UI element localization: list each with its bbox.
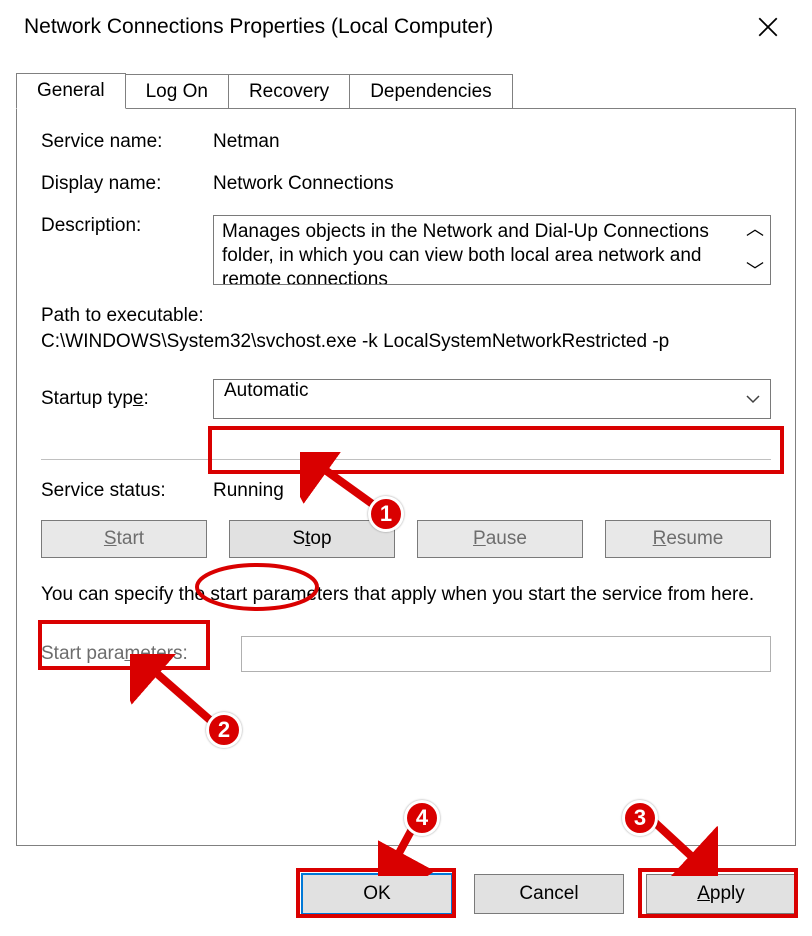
start-parameters-input — [241, 636, 771, 672]
tab-strip: General Log On Recovery Dependencies — [16, 68, 796, 108]
ok-button[interactable]: OK — [302, 874, 452, 914]
specify-text: You can specify the start parameters tha… — [41, 582, 771, 608]
service-name-label: Service name: — [41, 131, 213, 153]
service-name-value: Netman — [213, 131, 280, 153]
stop-button[interactable]: Stop — [229, 520, 395, 558]
close-icon — [758, 17, 778, 37]
pause-button[interactable]: Pause — [417, 520, 583, 558]
startup-type-select[interactable]: Automatic — [213, 379, 771, 419]
display-name-label: Display name: — [41, 173, 213, 195]
general-panel: Service name: Netman Display name: Netwo… — [16, 108, 796, 846]
tab-general[interactable]: General — [16, 73, 126, 109]
scroll-up-icon[interactable]: ︿ — [744, 220, 766, 238]
tab-recovery[interactable]: Recovery — [228, 74, 350, 109]
description-text: Manages objects in the Network and Dial-… — [222, 221, 709, 285]
separator — [41, 459, 771, 460]
chevron-down-icon — [746, 388, 760, 410]
description-label: Description: — [41, 215, 213, 237]
apply-button[interactable]: Apply — [646, 874, 796, 914]
resume-button[interactable]: Resume — [605, 520, 771, 558]
cancel-button[interactable]: Cancel — [474, 874, 624, 914]
window-title: Network Connections Properties (Local Co… — [24, 15, 493, 39]
service-status-value: Running — [213, 480, 284, 502]
path-value: C:\WINDOWS\System32\svchost.exe -k Local… — [41, 331, 771, 353]
display-name-value: Network Connections — [213, 173, 394, 195]
scroll-down-icon[interactable]: ﹀ — [744, 262, 766, 280]
start-button[interactable]: Start — [41, 520, 207, 558]
close-button[interactable] — [744, 3, 792, 51]
tab-logon[interactable]: Log On — [125, 74, 229, 109]
startup-type-label: Startup type: — [41, 388, 213, 410]
tab-dependencies[interactable]: Dependencies — [349, 74, 512, 109]
description-box[interactable]: Manages objects in the Network and Dial-… — [213, 215, 771, 285]
service-status-label: Service status: — [41, 480, 213, 502]
start-parameters-label: Start parameters: — [41, 643, 241, 665]
startup-type-value: Automatic — [224, 380, 308, 401]
path-label: Path to executable: — [41, 305, 771, 327]
